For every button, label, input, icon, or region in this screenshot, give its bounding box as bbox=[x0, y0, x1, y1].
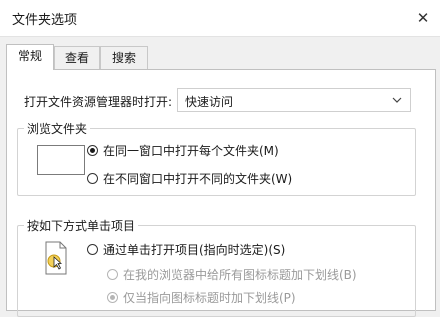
radio-same-window[interactable] bbox=[87, 145, 98, 156]
tab-search[interactable]: 搜索 bbox=[100, 46, 148, 69]
underline-point-label: 仅当指向图标标题时加下划线(P) bbox=[123, 291, 296, 305]
tab-general[interactable]: 常规 bbox=[6, 44, 54, 70]
chevron-down-icon bbox=[392, 93, 402, 110]
same-window-label: 在同一窗口中打开每个文件夹(M) bbox=[103, 144, 279, 158]
close-icon: ✕ bbox=[416, 9, 430, 27]
close-button[interactable]: ✕ bbox=[406, 0, 440, 36]
open-explorer-label: 打开文件资源管理器时打开: bbox=[24, 95, 173, 109]
pointer-click-icon bbox=[45, 241, 67, 275]
open-explorer-value: 快速访问 bbox=[185, 95, 234, 109]
radio-new-window[interactable] bbox=[87, 173, 98, 184]
general-panel: 打开文件资源管理器时打开: 快速访问 浏览文件夹 在同一窗口中打开每个文件夹(M… bbox=[6, 69, 436, 317]
new-window-label: 在不同窗口中打开不同的文件夹(W) bbox=[103, 172, 293, 186]
radio-underline-point[interactable] bbox=[107, 292, 118, 303]
window-title: 文件夹选项 bbox=[12, 13, 78, 28]
radio-single-click[interactable] bbox=[87, 244, 98, 255]
underline-all-label: 在我的浏览器中给所有图标标题加下划线(B) bbox=[123, 268, 357, 282]
single-click-label: 通过单击打开项目(指向时选定)(S) bbox=[103, 243, 286, 257]
open-explorer-select[interactable]: 快速访问 bbox=[177, 88, 411, 112]
tab-view[interactable]: 查看 bbox=[54, 46, 100, 69]
title-bar: 文件夹选项 ✕ bbox=[0, 0, 440, 37]
click-items-title: 按如下方式单击项目 bbox=[24, 217, 139, 234]
browse-folders-title: 浏览文件夹 bbox=[24, 120, 91, 137]
folder-window-icon bbox=[37, 145, 85, 175]
radio-underline-all[interactable] bbox=[107, 269, 118, 280]
